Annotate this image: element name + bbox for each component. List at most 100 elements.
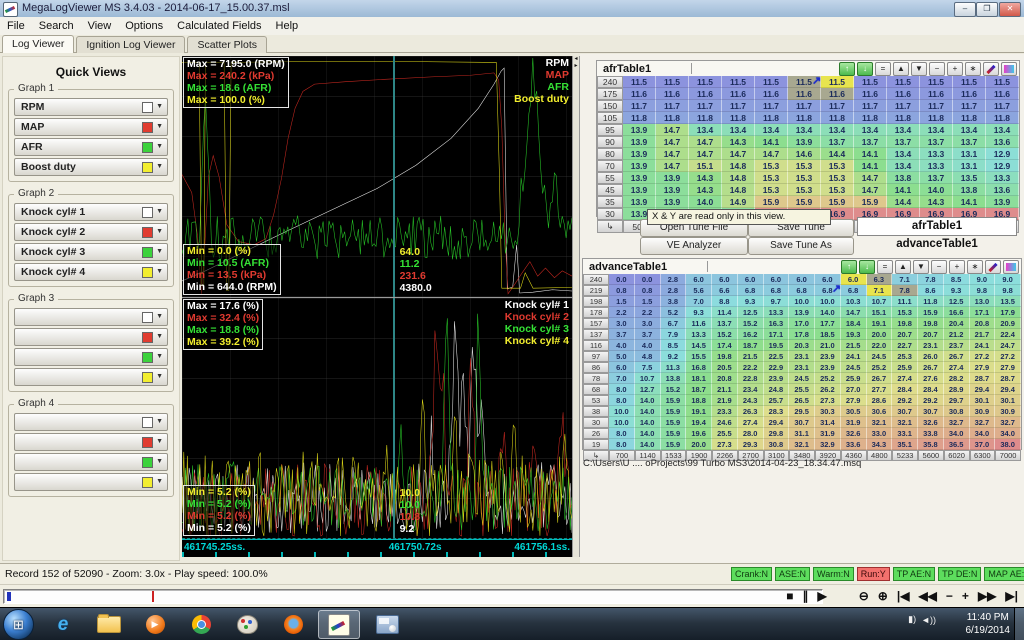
table-cell[interactable]: 36.5 [944,439,970,450]
table-cell[interactable]: 15.3 [821,160,854,172]
table-cell[interactable]: 27.4 [944,362,970,373]
table-cell[interactable]: 17.4 [712,340,738,351]
table-cell[interactable]: 24.7 [995,340,1021,351]
step-plus-button[interactable]: + [962,587,969,605]
table-cell[interactable]: 11.5 [986,76,1019,88]
decrement-button[interactable]: ▼ [911,62,927,76]
scale-button[interactable]: ∗ [965,62,981,76]
table-cell[interactable]: 15.9 [854,196,887,208]
table-cell[interactable]: 11.6 [788,88,821,100]
table-cell[interactable]: 13.9 [656,172,689,184]
table-cell[interactable]: 11.5 [920,76,953,88]
table-cell[interactable]: 14.0 [635,406,661,417]
table-cell[interactable]: 14.0 [815,307,841,318]
table-cell[interactable]: 13.7 [920,136,953,148]
table-cell[interactable]: 22.9 [764,362,790,373]
y-axis-label[interactable]: 105 [597,112,623,124]
table-cell[interactable]: 11.8 [854,112,887,124]
table-cell[interactable]: 17.9 [995,307,1021,318]
quick-view-selector[interactable]: MAP▼ [14,118,168,136]
table-cell[interactable]: 8.5 [661,340,687,351]
table-cell[interactable]: 25.9 [892,362,918,373]
table-cell[interactable]: 11.6 [755,88,788,100]
table-cell[interactable]: 32.1 [867,417,893,428]
table-cell[interactable]: 19.8 [918,318,944,329]
table-cell[interactable]: 19.1 [686,406,712,417]
pencil-button[interactable] [985,260,1001,274]
y-axis-label[interactable]: 175 [597,88,623,100]
table-cell[interactable]: 11.7 [887,100,920,112]
table-cell[interactable]: 13.4 [788,124,821,136]
table-cell[interactable]: 22.7 [892,340,918,351]
zoom-out-button[interactable]: ⊖ [859,587,869,605]
table-cell[interactable]: 13.7 [854,136,887,148]
table-cell[interactable]: 13.7 [920,172,953,184]
table-cell[interactable]: 28.3 [764,406,790,417]
table-cell[interactable]: 29.8 [764,428,790,439]
table-cell[interactable]: 13.9 [623,124,656,136]
table-cell[interactable]: 3.7 [635,329,661,340]
table-cell[interactable]: 32.6 [841,428,867,439]
table-cell[interactable]: 7.1 [892,274,918,285]
table-cell[interactable]: 13.8 [887,172,920,184]
table-cell[interactable]: 6.0 [738,274,764,285]
table-cell[interactable]: 14.0 [689,196,722,208]
table-cell[interactable]: 6.3 [867,274,893,285]
menu-item-help[interactable]: Help [269,18,306,34]
table-cell[interactable]: 20.9 [995,318,1021,329]
table-cell[interactable]: 23.1 [789,362,815,373]
table-cell[interactable]: 28.7 [970,373,996,384]
table-cell[interactable]: 5.2 [661,307,687,318]
y-axis-label[interactable]: 45 [597,184,623,196]
table-cell[interactable]: 32.1 [789,439,815,450]
table-cell[interactable]: 29.4 [995,384,1021,395]
table-cell[interactable]: 23.9 [815,362,841,373]
quick-view-selector[interactable]: Knock cyl# 1▼ [14,203,168,221]
table-cell[interactable]: 11.6 [920,88,953,100]
table-cell[interactable]: 7.8 [892,285,918,296]
table-cell[interactable]: 8.8 [712,296,738,307]
table-cell[interactable]: 13.4 [689,124,722,136]
table-cell[interactable]: 14.7 [656,148,689,160]
y-axis-label[interactable]: 219 [583,285,609,296]
taskbar-item-system-tool[interactable] [366,610,408,639]
table-cell[interactable]: 28.4 [918,384,944,395]
table-cell[interactable]: 28.7 [995,373,1021,384]
menu-item-file[interactable]: File [0,18,32,34]
table-cell[interactable]: 11.5 [722,76,755,88]
table-cell[interactable]: 13.4 [854,124,887,136]
table-cell[interactable]: 34.0 [995,428,1021,439]
table-cell[interactable]: 11.8 [887,112,920,124]
table-cell[interactable]: 14.7 [689,136,722,148]
table-cell[interactable]: 14.7 [656,160,689,172]
table-cell[interactable]: 23.1 [789,351,815,362]
y-axis-label[interactable]: 90 [597,136,623,148]
table-cell[interactable]: 21.7 [970,329,996,340]
table-cell[interactable]: 11.7 [821,100,854,112]
table-cell[interactable]: 27.7 [867,384,893,395]
y-axis-label[interactable]: 30 [583,417,609,428]
table-cell[interactable]: 6.8 [789,285,815,296]
table-cell[interactable]: 15.3 [788,184,821,196]
table-cell[interactable]: 13.9 [623,160,656,172]
table-cell[interactable]: 2.8 [661,274,687,285]
table-cell[interactable]: 16.6 [944,307,970,318]
menu-item-calculated-fields[interactable]: Calculated Fields [170,18,268,34]
table-cell[interactable]: 11.6 [821,88,854,100]
table-cell[interactable]: 8.5 [944,274,970,285]
table-cell[interactable]: 14.7 [841,307,867,318]
table-cell[interactable]: 14.4 [821,148,854,160]
table-cell[interactable]: 11.8 [689,112,722,124]
table-cell[interactable]: 27.4 [738,417,764,428]
table-cell[interactable]: 28.4 [892,384,918,395]
table-cell[interactable]: 11.8 [986,112,1019,124]
slider-thumb[interactable] [7,592,11,601]
table-cell[interactable]: 25.2 [867,362,893,373]
quick-view-selector[interactable]: RPM▼ [14,98,168,116]
table-cell[interactable]: 20.4 [944,318,970,329]
table-cell[interactable]: 33.8 [918,428,944,439]
show-desktop-button[interactable] [1014,608,1024,640]
table-cell[interactable]: 30.8 [764,439,790,450]
table-cell[interactable]: 27.3 [815,395,841,406]
table-cell[interactable]: 2.2 [609,307,635,318]
